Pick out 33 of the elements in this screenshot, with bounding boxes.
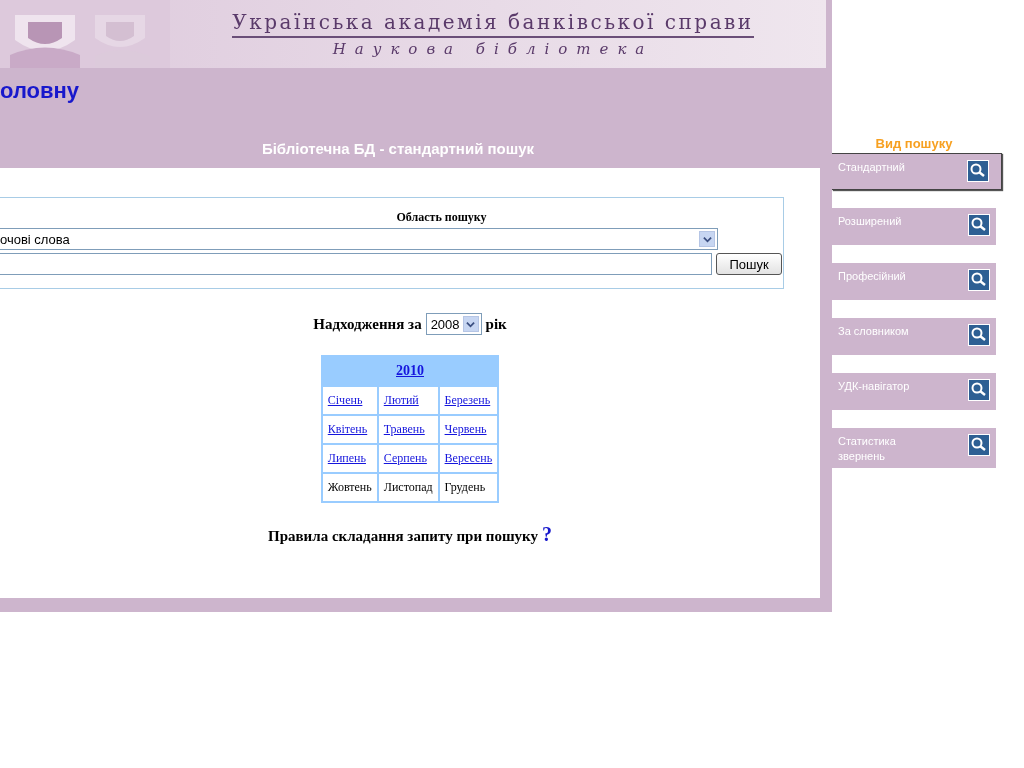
banner-title: Українська академія банківської справи — [232, 10, 754, 38]
search-icon — [968, 434, 990, 456]
month-link[interactable]: Січень — [327, 393, 363, 407]
sidebar-title: Вид пошуку — [874, 136, 954, 151]
section-title: Бібліотечна БД - стандартний пошук — [260, 140, 536, 157]
month-link[interactable]: Липень — [327, 451, 366, 465]
year-dropdown[interactable]: 2008 — [425, 313, 482, 335]
month-link[interactable]: Травень — [383, 422, 425, 436]
search-input[interactable] — [0, 253, 712, 275]
table-cell: Жовтень — [322, 474, 377, 501]
search-icon — [968, 324, 990, 346]
table-cell: Листопад — [378, 474, 438, 501]
search-icon — [967, 160, 989, 182]
month-link[interactable]: Березень — [444, 393, 491, 407]
year-link[interactable]: 2010 — [396, 363, 424, 378]
search-icon — [968, 379, 990, 401]
search-area-label: Область пошуку — [395, 210, 488, 225]
year-suffix: рік — [485, 315, 507, 333]
search-area-dropdown[interactable]: очові слова — [0, 228, 718, 250]
month-link[interactable]: Серпень — [383, 451, 427, 465]
month-link[interactable]: Лютий — [383, 393, 419, 407]
help-link[interactable]: ? — [542, 523, 552, 546]
month-link[interactable]: Червень — [444, 422, 487, 436]
search-icon — [968, 214, 990, 236]
table-cell: Грудень — [439, 474, 498, 501]
arrivals-label: Надходження за — [313, 315, 422, 333]
month-link[interactable]: Вересень — [444, 451, 493, 465]
search-icon — [968, 269, 990, 291]
home-link[interactable]: оловну — [0, 78, 80, 106]
banner-subtitle: Наукова бібліотека — [332, 40, 654, 58]
search-button[interactable]: Пошук — [716, 253, 782, 275]
month-link[interactable]: Квітень — [327, 422, 368, 436]
rules-text: Правила складання запиту при пошуку — [268, 528, 538, 545]
